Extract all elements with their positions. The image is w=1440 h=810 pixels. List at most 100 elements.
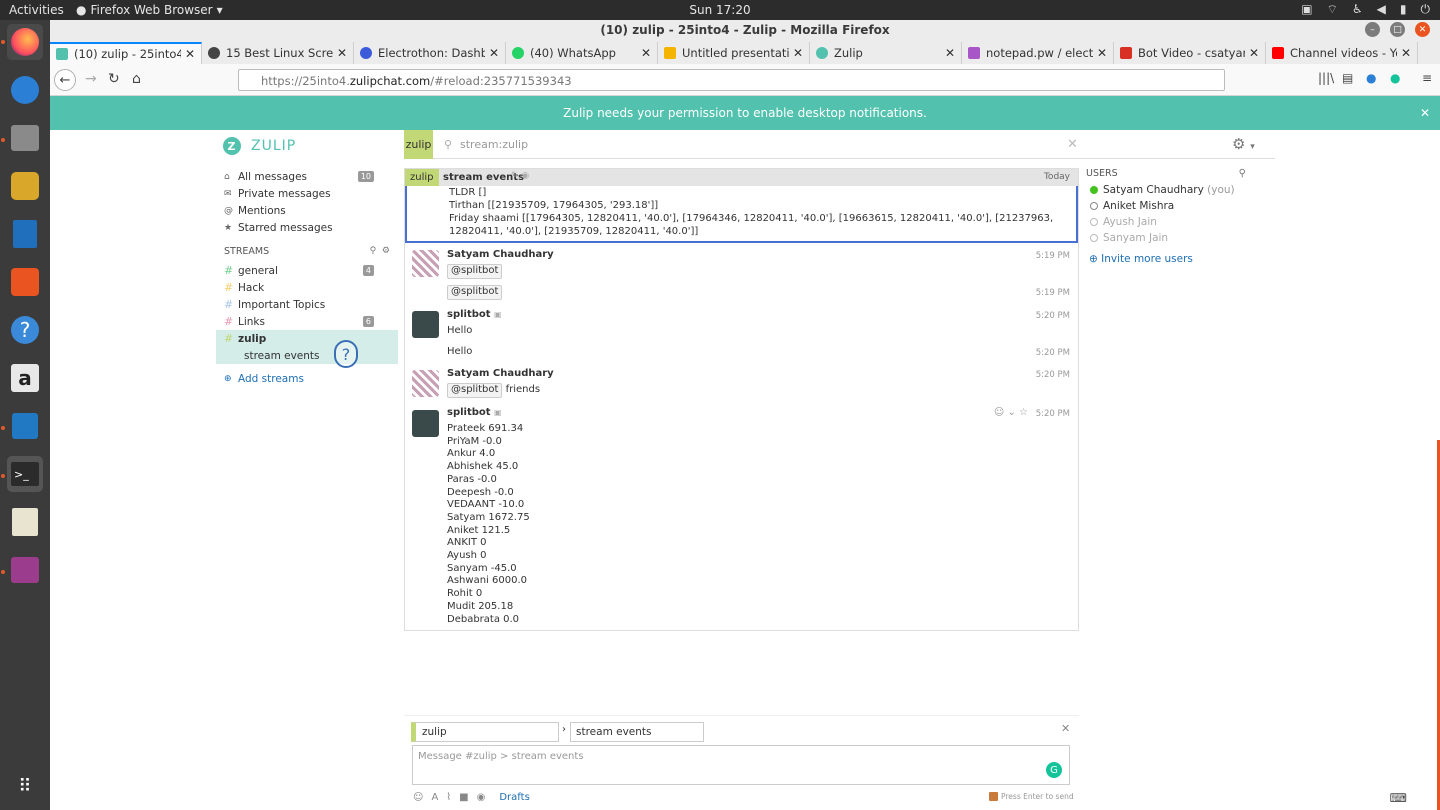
message-time[interactable]: 5:20 PM xyxy=(1036,409,1070,419)
tab-youtube[interactable]: Channel videos - YouT ✕ xyxy=(1266,42,1418,64)
video-call-icon[interactable]: ■ xyxy=(459,792,468,803)
amazon-icon[interactable]: a xyxy=(7,360,43,396)
message-time[interactable]: 5:20 PM xyxy=(1036,311,1070,321)
grammarly-icon[interactable]: ● xyxy=(1390,71,1400,85)
files-icon[interactable] xyxy=(7,120,43,156)
recipient-stream[interactable]: zulip xyxy=(405,169,439,186)
close-window-icon[interactable]: ✕ xyxy=(1415,22,1430,37)
stream-settings-gear-icon[interactable]: ⚙ xyxy=(382,246,390,256)
terminal-icon[interactable]: >_ xyxy=(7,456,43,492)
close-tab-icon[interactable]: ✕ xyxy=(945,46,955,60)
minimize-icon[interactable]: – xyxy=(1365,22,1380,37)
battery-icon[interactable]: ▮ xyxy=(1400,2,1407,17)
firefox-launcher-icon[interactable] xyxy=(7,24,43,60)
user-satyam-chaudhary[interactable]: Satyam Chaudhary (you) xyxy=(1086,182,1266,198)
home-button[interactable]: ⌂ xyxy=(132,71,141,87)
stream-links[interactable]: # Links 6 xyxy=(216,313,398,330)
text-editor-icon[interactable] xyxy=(7,504,43,540)
tab-electrothon[interactable]: Electrothon: Dashbo ✕ xyxy=(354,42,506,64)
compose-message-textarea[interactable]: Message #zulip > stream events xyxy=(412,745,1070,785)
reload-button[interactable]: ↻ xyxy=(108,71,120,87)
close-compose-icon[interactable]: ✕ xyxy=(1061,722,1070,735)
user-aniket-mishra[interactable]: Aniket Mishra xyxy=(1086,198,1266,214)
zulip-logo[interactable]: Z ZULIP xyxy=(223,137,296,155)
wifi-icon[interactable]: ⌔ xyxy=(1327,2,1338,17)
drafts-link[interactable]: Drafts xyxy=(499,792,529,803)
bot-avatar[interactable] xyxy=(412,410,439,437)
tab-zulip-active[interactable]: (10) zulip - 25into4 - Z ✕ xyxy=(50,42,202,64)
library-icon[interactable]: |||\ xyxy=(1318,71,1334,85)
attach-icon[interactable]: ⌇ xyxy=(446,792,451,803)
tab-presentation[interactable]: Untitled presentation ✕ xyxy=(658,42,810,64)
nav-all-messages[interactable]: ⌂ All messages 10 xyxy=(216,168,398,185)
tab-whatsapp[interactable]: (40) WhatsApp ✕ xyxy=(506,42,658,64)
message-time[interactable]: 5:19 PM xyxy=(1036,288,1070,298)
sender-name[interactable]: splitbot ▣ xyxy=(447,309,502,320)
sender-name[interactable]: Satyam Chaudhary xyxy=(447,368,554,379)
topic-stream-events[interactable]: stream events xyxy=(216,347,398,364)
preview-eye-icon[interactable]: ◉ xyxy=(477,792,486,803)
nav-starred-messages[interactable]: ★ Starred messages xyxy=(216,219,398,236)
close-tab-icon[interactable]: ✕ xyxy=(641,46,651,60)
keyboard-icon[interactable]: ⌨ xyxy=(1390,791,1407,805)
sender-name[interactable]: Satyam Chaudhary xyxy=(447,249,554,260)
checkbox-icon[interactable] xyxy=(989,792,998,801)
search-users-icon[interactable]: ⚲ xyxy=(1239,168,1246,179)
message-time[interactable]: 5:20 PM xyxy=(1036,370,1070,380)
star-message-icon[interactable]: ☆ xyxy=(1019,407,1028,418)
user-mention[interactable]: @splitbot xyxy=(447,383,503,398)
extension-icon[interactable]: ● xyxy=(1366,71,1376,85)
accessibility-icon[interactable]: ♿ xyxy=(1352,2,1363,17)
message-time[interactable]: 5:19 PM xyxy=(1036,251,1070,261)
back-button[interactable]: ← xyxy=(54,69,76,91)
tab-gmail[interactable]: Bot Video - csatyam0 ✕ xyxy=(1114,42,1266,64)
close-tab-icon[interactable]: ✕ xyxy=(1401,46,1411,60)
user-mention[interactable]: @splitbot xyxy=(447,264,503,279)
settings-gear-icon[interactable]: ⚙ ▾ xyxy=(1232,135,1255,153)
add-streams-link[interactable]: ⊕ Add streams xyxy=(216,370,398,387)
vscode-icon[interactable] xyxy=(7,408,43,444)
sender-name[interactable]: splitbot ▣ xyxy=(447,407,502,418)
forward-button[interactable]: → xyxy=(85,71,97,87)
recipient-bar[interactable]: zulip stream events ✎ ◉ Today xyxy=(405,169,1078,186)
writer-icon[interactable] xyxy=(7,216,43,252)
chevron-down-icon[interactable]: ⌄ xyxy=(1007,407,1015,418)
power-icon[interactable]: ⏻ xyxy=(1421,2,1431,17)
software-center-icon[interactable] xyxy=(7,264,43,300)
selected-message[interactable]: TLDR [] Tirthan [[21935709, 17964305, '2… xyxy=(405,186,1078,243)
enter-to-send-toggle[interactable]: Press Enter to send xyxy=(989,792,1074,801)
close-tab-icon[interactable]: ✕ xyxy=(1097,46,1107,60)
user-ayush-jain[interactable]: Ayush Jain xyxy=(1086,214,1266,230)
close-tab-icon[interactable]: ✕ xyxy=(337,46,347,60)
nav-mentions[interactable]: @ Mentions xyxy=(216,202,398,219)
show-applications-icon[interactable]: ⠿ xyxy=(7,768,43,804)
formatting-icon[interactable]: A xyxy=(431,792,438,803)
emoji-icon[interactable]: ☺ xyxy=(413,792,423,803)
rhythmbox-icon[interactable] xyxy=(7,168,43,204)
clock[interactable]: Sun 17:20 xyxy=(0,3,1440,17)
user-mention[interactable]: @splitbot xyxy=(447,285,503,300)
streams-header[interactable]: STREAMS ⚲ ⚙ xyxy=(216,246,398,262)
help-icon[interactable]: ? xyxy=(7,312,43,348)
video-editor-icon[interactable] xyxy=(7,552,43,588)
message-time[interactable]: 5:20 PM xyxy=(1036,348,1070,358)
tab-linux-screen[interactable]: 15 Best Linux Screen ✕ xyxy=(202,42,354,64)
url-bar[interactable]: https://25into4.zulipchat.com/#reload:23… xyxy=(238,69,1225,91)
emoji-react-icon[interactable]: ☺ xyxy=(994,407,1004,418)
clear-search-icon[interactable]: ✕ xyxy=(1067,137,1078,152)
close-tab-icon[interactable]: ✕ xyxy=(1249,46,1259,60)
close-tab-icon[interactable]: ✕ xyxy=(489,46,499,60)
nav-private-messages[interactable]: ✉ Private messages xyxy=(216,185,398,202)
user-sanyam-jain[interactable]: Sanyam Jain xyxy=(1086,230,1266,246)
edit-topic-icon[interactable]: ✎ ◉ xyxy=(511,171,529,181)
volume-icon[interactable]: ◀ xyxy=(1377,2,1386,17)
system-tray[interactable]: ▣ ⌔ ♿ ◀ ▮ ⏻ xyxy=(1301,2,1430,17)
avatar[interactable] xyxy=(412,370,439,397)
camera-icon[interactable]: ▣ xyxy=(1301,2,1312,17)
search-streams-icon[interactable]: ⚲ xyxy=(370,246,377,256)
close-tab-icon[interactable]: ✕ xyxy=(185,47,195,61)
menu-icon[interactable]: ≡ xyxy=(1422,71,1432,85)
stream-hack[interactable]: # Hack xyxy=(216,279,398,296)
stream-important-topics[interactable]: # Important Topics xyxy=(216,296,398,313)
stream-zulip[interactable]: # zulip xyxy=(216,330,398,347)
